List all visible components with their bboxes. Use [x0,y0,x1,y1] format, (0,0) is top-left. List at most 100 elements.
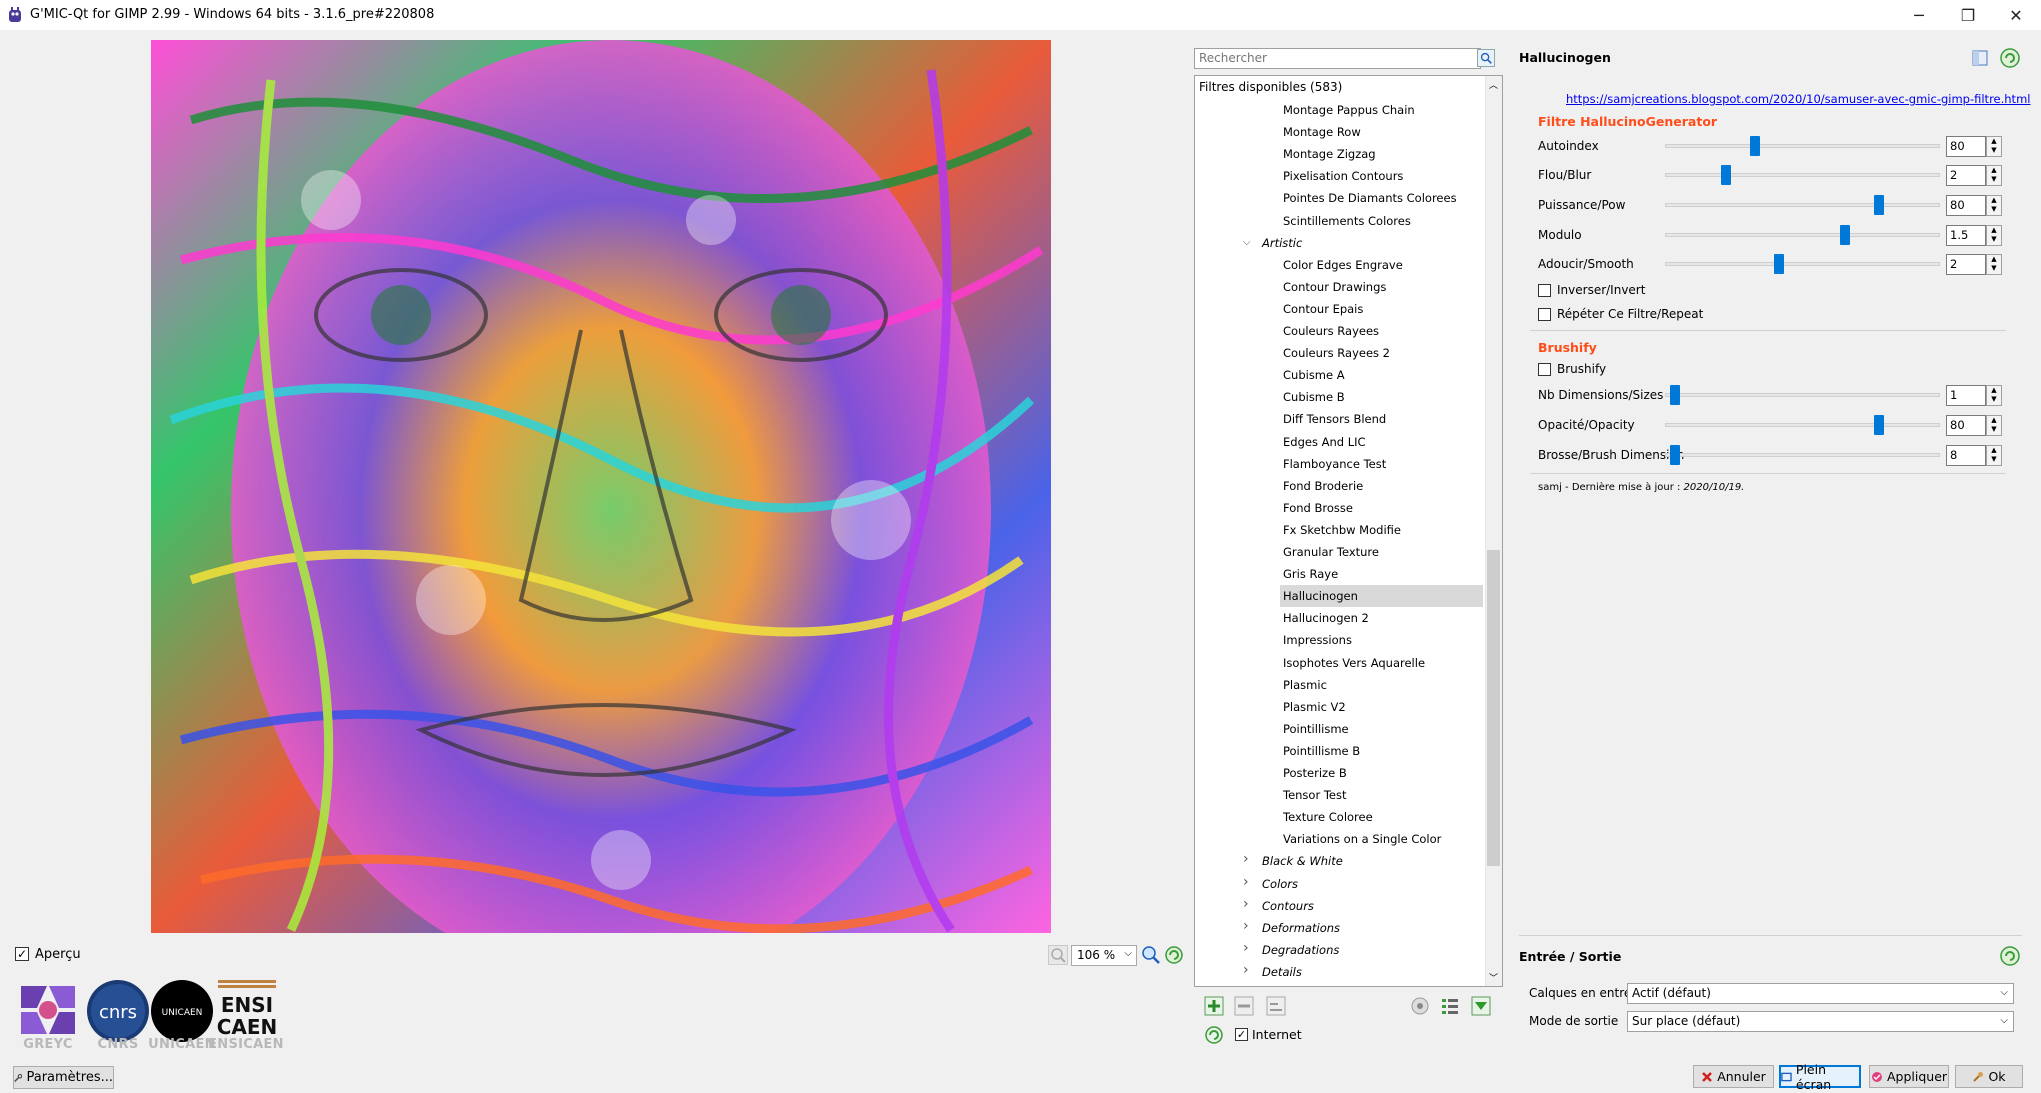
param-slider-handle[interactable] [1874,195,1885,215]
filter-link[interactable]: https://samjcreations.blogspot.com/2020/… [1566,92,2030,106]
reset-params-icon[interactable] [1998,46,2022,70]
visibility-icon[interactable] [1409,995,1431,1017]
chevron-right-icon[interactable]: › [1243,874,1249,890]
tree-item[interactable]: Plasmic [1280,674,1327,696]
chevron-right-icon[interactable]: › [1243,851,1249,867]
spin-arrows-icon[interactable]: ▲ ▼ [1986,225,2002,246]
param-slider-handle[interactable] [1670,445,1681,465]
param-spinbox[interactable]: 1.5 [1946,225,1986,246]
param-spinbox[interactable]: 1 [1946,385,1986,406]
tree-item[interactable]: Cubisme B [1280,386,1345,408]
zoom-in-icon[interactable] [1141,945,1161,965]
spin-arrows-icon[interactable]: ▲ ▼ [1986,415,2002,436]
param-spinbox[interactable]: 80 [1946,136,1986,157]
param-spinbox[interactable]: 2 [1946,165,1986,186]
param-slider-handle[interactable] [1749,136,1760,156]
param-slider-handle[interactable] [1670,385,1681,405]
list-view-icon[interactable] [1439,995,1461,1017]
fullscreen-button[interactable]: Plein écran [1779,1062,1861,1092]
param-slider-track[interactable] [1665,173,1940,177]
tree-folder[interactable]: Colors [1259,873,1298,895]
search-input[interactable]: Rechercher [1194,48,1481,69]
tree-item[interactable]: Pixelisation Contours [1280,165,1403,187]
preview-image[interactable] [151,40,1051,933]
tree-item[interactable]: Montage Pappus Chain [1280,99,1415,121]
zoom-out-button[interactable] [1048,945,1068,965]
repeat-checkbox[interactable] [1538,308,1551,321]
tree-item[interactable]: Diff Tensors Blend [1280,408,1386,430]
tree-item[interactable]: Fond Broderie [1280,475,1363,497]
tree-item[interactable]: Fx Sketchbw Modifie [1280,519,1401,541]
tree-item[interactable]: Fond Brosse [1280,497,1353,519]
param-slider-track[interactable] [1665,262,1940,266]
tree-item[interactable]: Pointes De Diamants Colorees [1280,187,1457,209]
remove-favorite-icon[interactable] [1233,995,1255,1017]
tree-item[interactable]: Montage Row [1280,121,1361,143]
param-slider-handle[interactable] [1773,254,1784,274]
param-slider-track[interactable] [1665,393,1940,397]
chevron-right-icon[interactable]: › [1243,962,1249,978]
tree-item[interactable]: Edges And LIC [1280,431,1366,453]
tree-item[interactable]: Variations on a Single Color [1280,828,1441,850]
tree-item[interactable]: Montage Zigzag [1280,143,1376,165]
spin-arrows-icon[interactable]: ▲ ▼ [1986,136,2002,157]
zoom-select[interactable]: 106 % ⌵ [1071,945,1137,966]
tree-item[interactable]: Impressions [1280,629,1352,651]
tree-folder[interactable]: Black & White [1259,850,1343,872]
param-slider-handle[interactable] [1874,415,1885,435]
param-spinbox[interactable]: 2 [1946,254,1986,275]
tree-item[interactable]: Isophotes Vers Aquarelle [1280,652,1425,674]
scroll-down-icon[interactable]: ﹀ [1489,971,1498,984]
param-slider-track[interactable] [1665,144,1940,148]
add-favorite-icon[interactable] [1203,995,1225,1017]
brushify-checkbox[interactable] [1538,363,1551,376]
tree-folder[interactable]: Degradations [1259,939,1339,961]
param-slider-handle[interactable] [1839,225,1850,245]
tree-folder[interactable]: Details [1259,961,1302,983]
tree-item[interactable]: Color Edges Engrave [1280,254,1403,276]
tree-item[interactable]: Couleurs Rayees 2 [1280,342,1390,364]
search-icon[interactable] [1477,49,1495,67]
restore-button[interactable]: ❐ [1945,0,1991,30]
close-button[interactable]: ✕ [1993,0,2039,30]
apply-button[interactable]: Appliquer [1869,1065,1949,1088]
apercu-checkbox[interactable]: ✓ [15,947,29,961]
scroll-up-icon[interactable]: ︿ [1489,78,1498,91]
tree-folder[interactable]: Deformations [1259,917,1340,939]
param-spinbox[interactable]: 80 [1946,415,1986,436]
tree-item[interactable]: Cubisme A [1280,364,1345,386]
input-layers-select[interactable]: Actif (défaut) ⌵ [1627,983,2014,1004]
tree-item[interactable]: Couleurs Rayees [1280,320,1379,342]
rename-icon[interactable] [1265,995,1287,1017]
param-slider-track[interactable] [1665,423,1940,427]
tree-item[interactable]: Flamboyance Test [1280,453,1386,475]
spin-arrows-icon[interactable]: ▲ ▼ [1986,385,2002,406]
refresh-icon[interactable] [1164,945,1184,965]
settings-button[interactable]: Paramètres... [13,1066,114,1089]
param-slider-handle[interactable] [1720,165,1731,185]
reset-io-icon[interactable] [1998,944,2022,968]
param-slider-track[interactable] [1665,233,1940,237]
cancel-button[interactable]: Annuler [1693,1065,1774,1088]
internet-checkbox[interactable]: ✓ [1235,1028,1248,1041]
spin-arrows-icon[interactable]: ▲ ▼ [1986,165,2002,186]
param-spinbox[interactable]: 80 [1946,195,1986,216]
tree-item[interactable]: Granular Texture [1280,541,1379,563]
chevron-right-icon[interactable]: › [1243,918,1249,934]
spin-arrows-icon[interactable]: ▲ ▼ [1986,254,2002,275]
invert-checkbox[interactable] [1538,284,1551,297]
tree-item[interactable]: Texture Coloree [1280,806,1373,828]
minimize-button[interactable]: ─ [1896,0,1942,30]
chevron-down-icon[interactable]: ⌵ [1243,237,1251,248]
tree-item[interactable]: Hallucinogen [1280,585,1483,608]
tree-folder[interactable]: Artistic [1259,232,1302,254]
tree-item[interactable]: Pointillisme [1280,718,1349,740]
tree-folder[interactable]: Contours [1259,895,1314,917]
tree-item[interactable]: Contour Drawings [1280,276,1386,298]
tree-item[interactable]: Hallucinogen 2 [1280,607,1369,629]
spin-arrows-icon[interactable]: ▲ ▼ [1986,445,2002,466]
tree-item[interactable]: Tensor Test [1280,784,1347,806]
chevron-right-icon[interactable]: › [1243,896,1249,912]
tree-item[interactable]: Plasmic V2 [1280,696,1346,718]
tree-item[interactable]: Posterize B [1280,762,1347,784]
